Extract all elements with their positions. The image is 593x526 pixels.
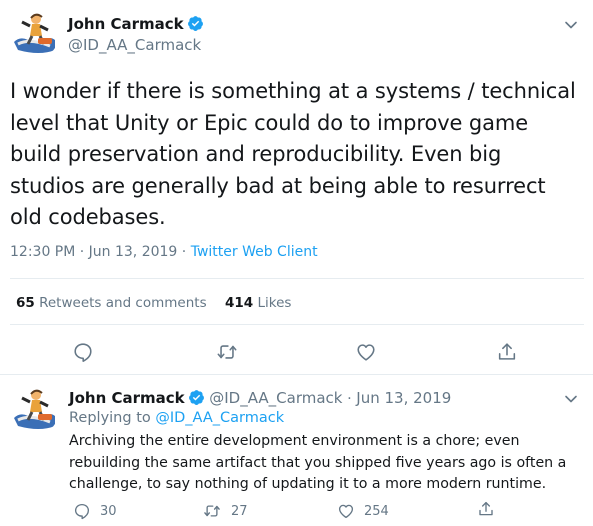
retweet-count: 27 (231, 504, 248, 519)
retweets-stat[interactable]: 65 Retweets and comments (16, 295, 207, 311)
reply-author-name[interactable]: John Carmack (69, 389, 185, 407)
likes-stat[interactable]: 414 Likes (225, 295, 291, 311)
reply-count: 30 (100, 504, 117, 519)
tweet-source[interactable]: Twitter Web Client (191, 244, 318, 260)
tweet-timestamp[interactable]: 12:30 PM · Jun 13, 2019 (10, 244, 177, 260)
divider (10, 324, 584, 325)
chevron-down-icon[interactable] (561, 15, 581, 35)
verified-badge-icon (188, 389, 205, 406)
author-handle[interactable]: @ID_AA_Carmack (68, 36, 201, 54)
tweet-meta: 12:30 PM · Jun 13, 2019 · Twitter Web Cl… (10, 244, 318, 260)
reply-icon[interactable] (72, 341, 94, 363)
meta-separator: · (181, 244, 187, 260)
share-icon[interactable] (477, 500, 495, 518)
author-avatar[interactable] (10, 10, 59, 59)
verified-badge-icon (187, 15, 204, 32)
replying-to: Replying to @ID_AA_Carmack (69, 410, 284, 426)
author-name-row[interactable]: John Carmack (68, 14, 204, 34)
replying-to-handle[interactable]: @ID_AA_Carmack (155, 410, 284, 426)
divider (10, 278, 584, 279)
divider (0, 374, 593, 375)
like-count: 254 (364, 504, 389, 519)
reply-text: Archiving the entire development environ… (69, 433, 567, 492)
tweet-text: I wonder if there is something at a syst… (10, 79, 576, 229)
replying-to-label: Replying to (69, 410, 151, 426)
retweets-count: 65 (16, 295, 35, 311)
share-icon[interactable] (496, 341, 518, 363)
retweet-icon[interactable] (216, 341, 238, 363)
reply-date[interactable]: Jun 13, 2019 (356, 389, 451, 407)
heart-icon[interactable] (355, 341, 377, 363)
retweet-icon[interactable] (203, 502, 221, 520)
likes-count: 414 (225, 295, 254, 311)
likes-label: Likes (257, 295, 292, 311)
retweets-label: Retweets and comments (39, 295, 207, 311)
heart-icon[interactable] (337, 502, 355, 520)
reply-author-avatar[interactable] (10, 386, 59, 435)
reply-separator: · (347, 391, 352, 407)
chevron-down-icon[interactable] (561, 389, 581, 409)
reply-header: John Carmack @ID_AA_Carmack · Jun 13, 20… (69, 389, 451, 407)
reply-icon[interactable] (73, 502, 91, 520)
author-name[interactable]: John Carmack (68, 15, 184, 33)
reply-author-handle[interactable]: @ID_AA_Carmack (209, 389, 342, 407)
